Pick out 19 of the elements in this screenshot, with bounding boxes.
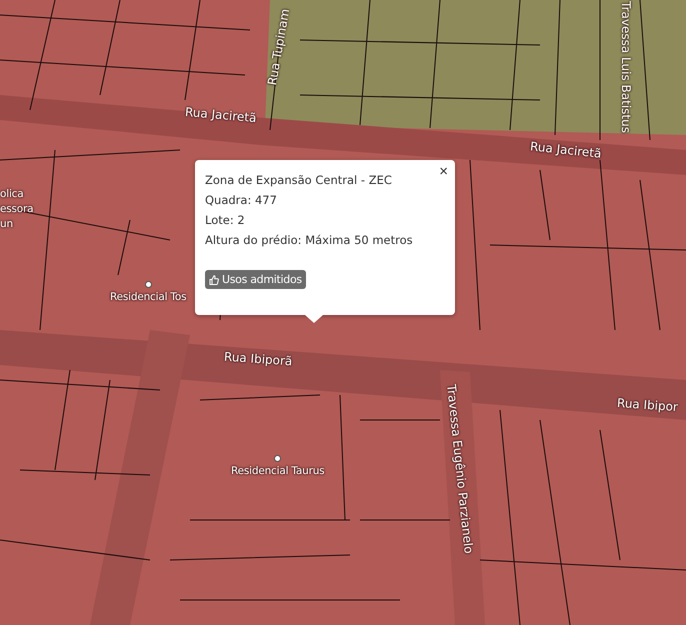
place-label: essora [0, 202, 34, 216]
uses-button[interactable]: Usos admitidos [205, 270, 306, 289]
info-text: Quadra: 477 [205, 192, 278, 209]
street-label: Rua Ibipor [616, 396, 678, 414]
info-text: Lote: 2 [205, 212, 246, 229]
info-text: Zona de Expansão Central - ZEC [205, 172, 393, 189]
place-label: Residencial Taurus [231, 464, 324, 478]
street-label: Rua Ibiporã [224, 350, 293, 368]
street-label: Rua Jaciretã [529, 139, 602, 161]
place-label: un [0, 217, 13, 231]
street-label: Rua Tupinam [265, 8, 292, 86]
place-label: olica [0, 187, 24, 201]
info-text: Altura do prédio: Máxima 50 metros [205, 232, 414, 249]
street-label: Travessa Luis Batistus [618, 1, 633, 133]
close-button[interactable]: × [437, 163, 450, 181]
street-label: Travessa Eugênio Parzianelo [444, 384, 476, 554]
place-label: Residencial Tos [110, 290, 186, 304]
street-label: Rua Jaciretã [184, 104, 257, 126]
thumbs-up-icon [209, 274, 219, 284]
